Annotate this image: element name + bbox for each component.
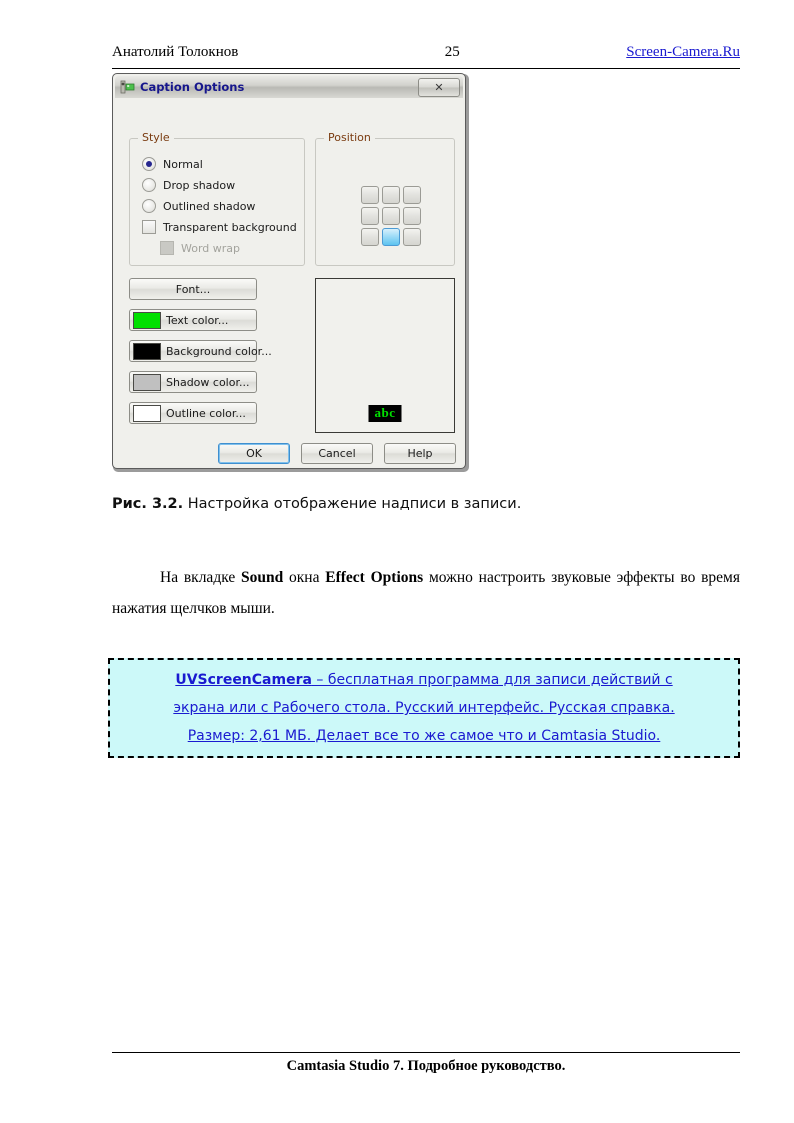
text-color-swatch (133, 311, 161, 329)
figure-caption: Рис. 3.2. Настройка отображение надписи … (112, 496, 740, 512)
background-color-button-label: Background color... (166, 344, 272, 358)
shadow-color-swatch (133, 373, 161, 391)
position-cell-bottom-right[interactable] (403, 228, 421, 246)
dialog-body: Style Normal Drop shadow Outlined shadow… (115, 98, 463, 466)
position-cell-bottom-left[interactable] (361, 228, 379, 246)
ok-button[interactable]: OK (218, 443, 290, 464)
preview-sample-text: abc (368, 405, 402, 422)
ad-line-1-rest: – бесплатная программа для записи действ… (311, 672, 673, 688)
figure-caption-text: Настройка отображение надписи в записи. (183, 496, 522, 512)
position-group-title: Position (324, 131, 375, 144)
position-cell-middle-left[interactable] (361, 207, 379, 225)
text-color-button-label: Text color... (166, 313, 229, 327)
paragraph-bold-effect-options: Effect Options (325, 569, 424, 586)
ad-line-3[interactable]: Размер: 2,61 МБ. Делает все то же самое … (188, 723, 661, 749)
radio-normal[interactable]: Normal (142, 157, 203, 171)
shadow-color-button-label: Shadow color... (166, 375, 250, 389)
radio-indicator-outlined-shadow (142, 199, 156, 213)
shadow-color-button[interactable]: Shadow color... (129, 371, 257, 393)
checkbox-label-transparent-background: Transparent background (163, 220, 297, 234)
radio-label-normal: Normal (163, 157, 203, 171)
ad-line-1[interactable]: UVScreenCamera – бесплатная программа дл… (175, 667, 672, 693)
outline-color-swatch (133, 404, 161, 422)
dialog-title: Caption Options (140, 80, 245, 94)
checkbox-indicator-word-wrap (160, 241, 174, 255)
cancel-button-label: Cancel (318, 447, 356, 460)
ok-button-label: OK (246, 447, 262, 460)
style-group: Style Normal Drop shadow Outlined shadow… (129, 131, 305, 266)
dialog-titlebar[interactable]: Caption Options ✕ (115, 76, 463, 98)
paragraph-bold-sound: Sound (241, 569, 284, 586)
radio-outlined-shadow[interactable]: Outlined shadow (142, 199, 255, 213)
style-group-title: Style (138, 131, 174, 144)
radio-label-outlined-shadow: Outlined shadow (163, 199, 256, 213)
checkbox-word-wrap: Word wrap (160, 241, 240, 255)
paragraph-part-1: На вкладке (160, 569, 242, 586)
caption-options-dialog: Caption Options ✕ Style Normal Drop shad… (112, 73, 466, 469)
radio-indicator-drop-shadow (142, 178, 156, 192)
help-button-label: Help (407, 447, 433, 460)
help-button[interactable]: Help (384, 443, 456, 464)
radio-drop-shadow[interactable]: Drop shadow (142, 178, 235, 192)
font-button[interactable]: Font... (129, 278, 257, 300)
radio-label-drop-shadow: Drop shadow (163, 178, 236, 192)
radio-indicator-normal (142, 157, 156, 171)
header-divider (112, 68, 740, 69)
header-site-link[interactable]: Screen-Camera.Ru (626, 44, 740, 61)
ad-product-name[interactable]: UVScreenCamera (175, 672, 312, 688)
footer-text: Camtasia Studio 7. Подробное руководство… (286, 1058, 566, 1074)
position-cell-top-center[interactable] (382, 186, 400, 204)
position-cell-middle-center[interactable] (382, 207, 400, 225)
position-cell-middle-right[interactable] (403, 207, 421, 225)
close-icon[interactable]: ✕ (418, 77, 460, 97)
font-button-label: Font... (175, 282, 211, 296)
ad-line-2[interactable]: экрана или с Рабочего стола. Русский инт… (173, 695, 674, 721)
page-header: Анатолий Толокнов 25 Screen-Camera.Ru (112, 44, 740, 61)
position-cell-bottom-center[interactable] (382, 228, 400, 246)
caption-icon (120, 80, 135, 95)
background-color-swatch (133, 342, 161, 360)
header-author: Анатолий Толокнов (112, 44, 239, 60)
checkbox-transparent-background[interactable]: Transparent background (142, 220, 297, 234)
position-cell-top-left[interactable] (361, 186, 379, 204)
footer-divider (112, 1052, 740, 1053)
position-cell-top-right[interactable] (403, 186, 421, 204)
position-grid (361, 186, 421, 246)
outline-color-button-label: Outline color... (166, 406, 246, 420)
background-color-button[interactable]: Background color... (129, 340, 272, 362)
checkbox-label-word-wrap: Word wrap (181, 241, 241, 255)
body-paragraph: На вкладке Sound окна Effect Options мож… (112, 562, 740, 624)
cancel-button[interactable]: Cancel (301, 443, 373, 464)
position-group: Position (315, 131, 455, 266)
outline-color-button[interactable]: Outline color... (129, 402, 257, 424)
caption-preview-pane: abc (315, 278, 455, 433)
advertisement-box[interactable]: UVScreenCamera – бесплатная программа дл… (108, 658, 740, 758)
paragraph-part-2: окна (283, 569, 326, 586)
figure-caption-label: Рис. 3.2. (112, 496, 184, 512)
page-number: 25 (444, 44, 460, 60)
text-color-button[interactable]: Text color... (129, 309, 257, 331)
checkbox-indicator-transparent-background (142, 220, 156, 234)
